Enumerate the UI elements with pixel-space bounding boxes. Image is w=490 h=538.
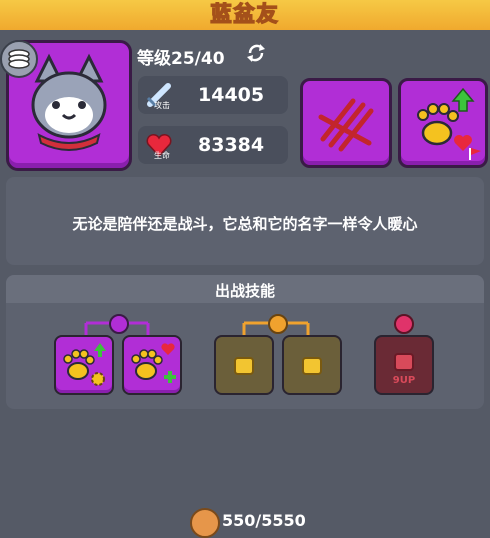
- pet-food-coin-icon: [190, 508, 220, 538]
- attack-label: 攻击: [154, 101, 170, 110]
- group3-dot: [394, 314, 414, 334]
- currency-text: 550/5550: [222, 511, 306, 530]
- coin-stack-icon[interactable]: [0, 40, 38, 78]
- refresh-icon[interactable]: [245, 42, 267, 64]
- hp-value: 83384: [198, 134, 265, 156]
- skill-slot-locked-3[interactable]: 9UP: [374, 335, 434, 395]
- paw-gear-icon: [63, 343, 106, 386]
- skills-title: 出战技能: [214, 282, 275, 300]
- skill-slot-paw-heart[interactable]: [122, 335, 182, 395]
- claw-skill-button[interactable]: [300, 78, 392, 168]
- level-up-badge: 9UP: [392, 375, 416, 386]
- skill-slot-paw-gear[interactable]: [54, 335, 114, 395]
- group2-dot: [268, 314, 288, 334]
- claw-scratch-icon: [318, 98, 374, 152]
- red-flag-icon: [468, 146, 482, 160]
- lock-icon: [234, 357, 254, 375]
- attack-stat: 攻击 14405: [138, 76, 288, 114]
- group1-dot: [109, 314, 129, 334]
- skill-slot-locked-1[interactable]: [214, 335, 274, 395]
- description-panel: 无论是陪伴还是战斗，它总和它的名字一样令人暖心: [6, 177, 484, 265]
- hp-label: 生命: [154, 151, 170, 160]
- level-text: 等级25/40: [137, 49, 225, 69]
- battle-skills-panel: 出战技能 9UP: [6, 275, 484, 409]
- hp-stat: 生命 83384: [138, 126, 288, 164]
- lock-icon: [394, 353, 414, 371]
- paw-heart-plus-icon: [131, 343, 176, 383]
- pet-description: 无论是陪伴还是战斗，它总和它的名字一样令人暖心: [72, 215, 418, 233]
- skill-slot-locked-2[interactable]: [282, 335, 342, 395]
- attack-value: 14405: [198, 84, 265, 106]
- page-title: 蓝盆友: [210, 1, 280, 27]
- lock-icon: [302, 357, 322, 375]
